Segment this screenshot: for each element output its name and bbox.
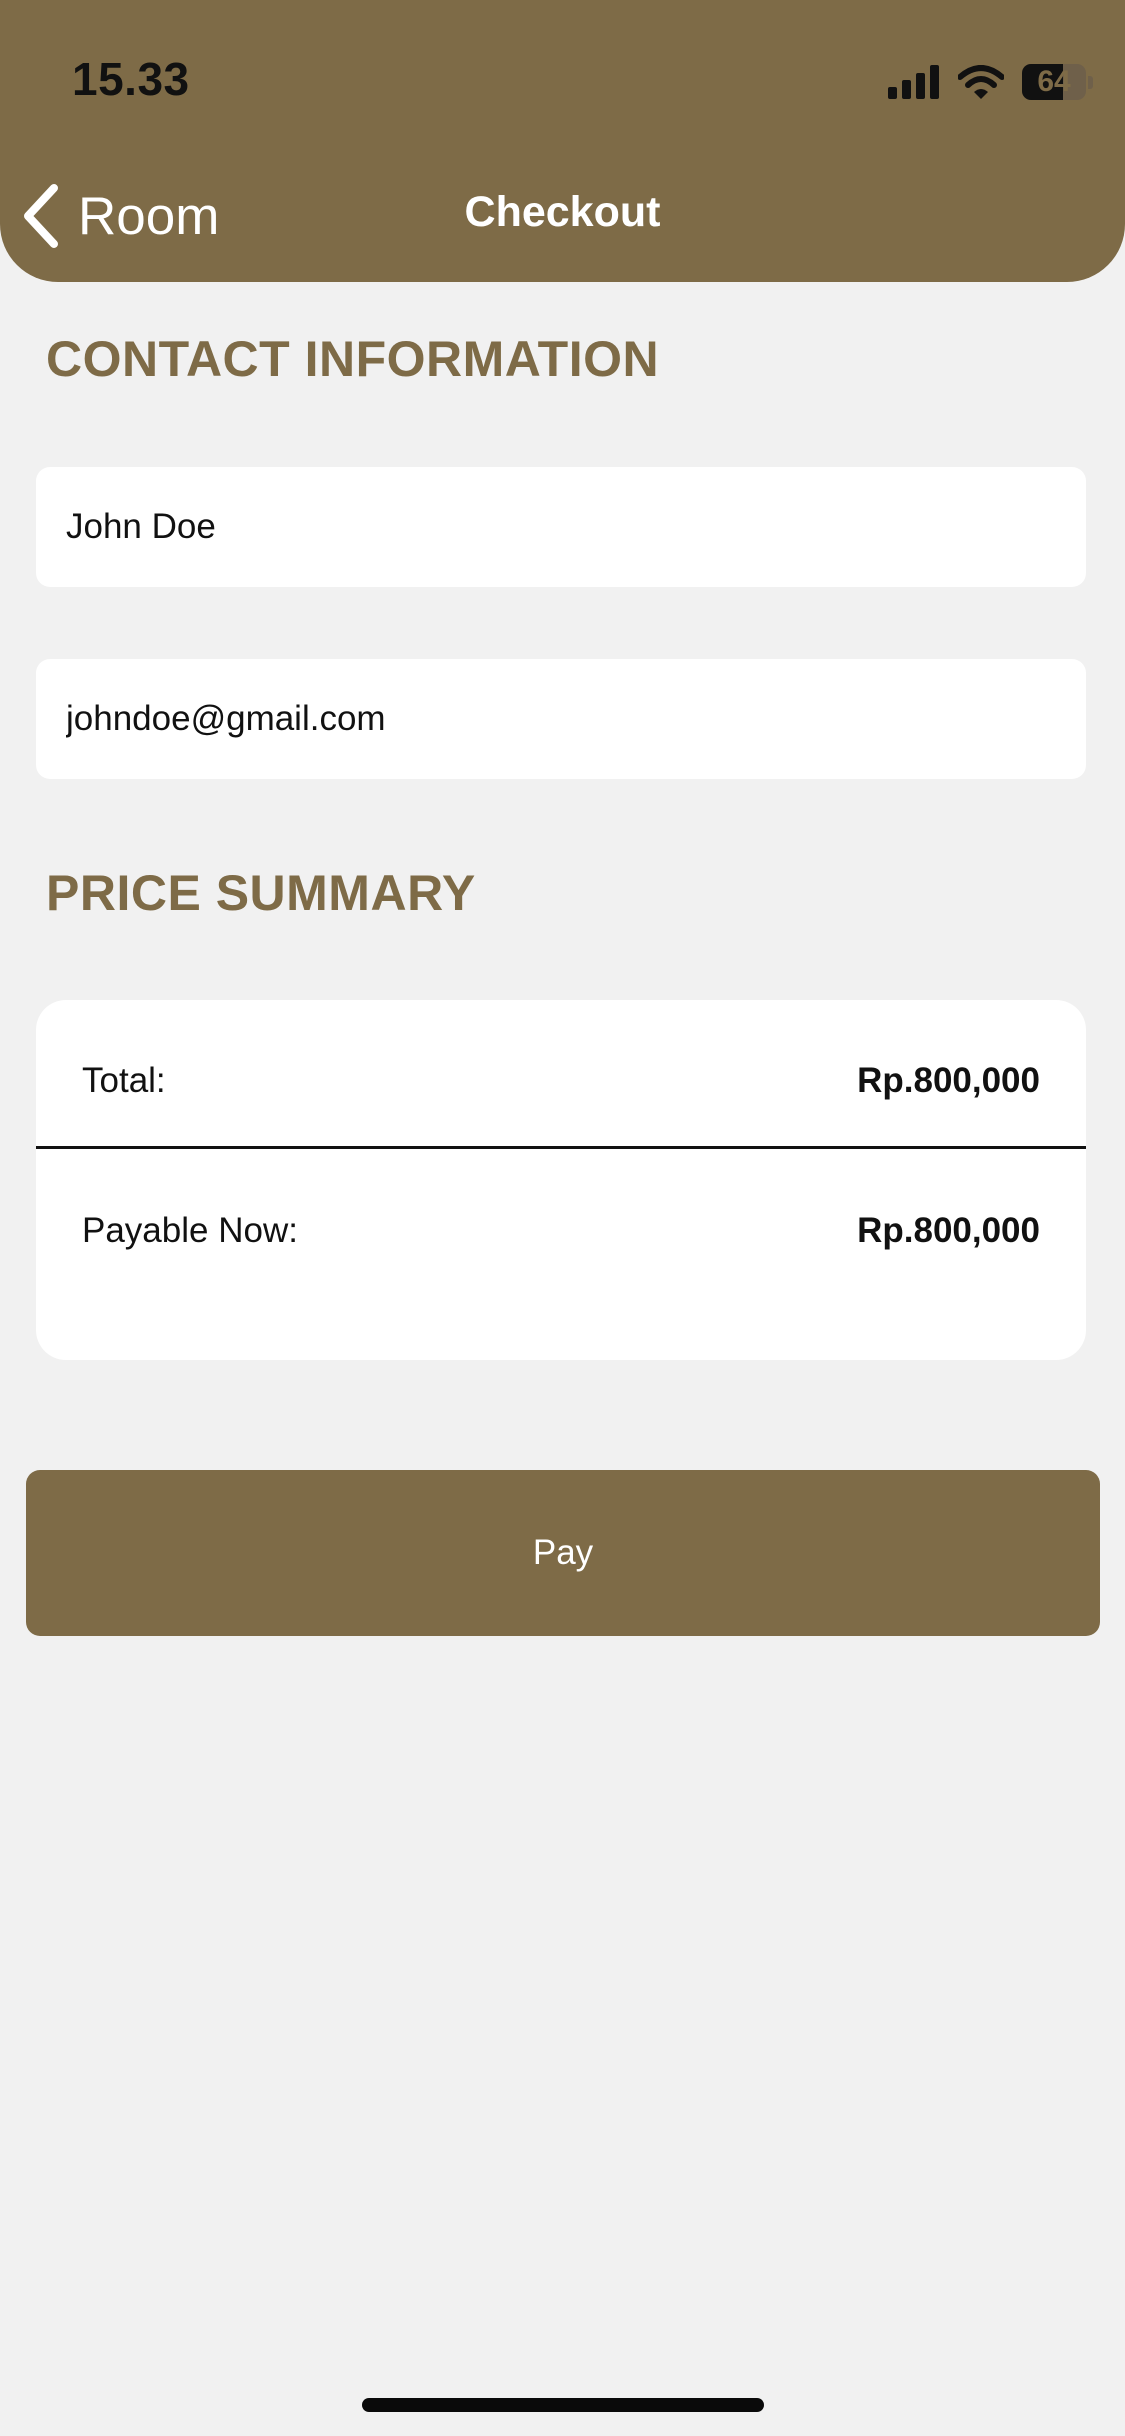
signal-icon [888,65,939,99]
name-field[interactable] [36,467,1086,587]
price-summary-heading: PRICE SUMMARY [46,865,476,921]
home-indicator [362,2398,764,2412]
total-value: Rp.800,000 [857,1061,1040,1100]
price-summary-card: Total: Rp.800,000 Payable Now: Rp.800,00… [36,1000,1086,1360]
nav-header: 15.33 64 Room Checkout [0,0,1125,282]
battery-level: 64 [1037,65,1071,98]
status-icons: 64 [888,60,1093,104]
status-time: 15.33 [72,53,190,105]
total-row: Total: Rp.800,000 [82,1045,1040,1117]
email-field[interactable] [36,659,1086,779]
contact-information-heading: CONTACT INFORMATION [46,331,660,387]
payable-now-row: Payable Now: Rp.800,000 [82,1195,1040,1267]
payable-now-label: Payable Now: [82,1211,298,1250]
total-label: Total: [82,1061,166,1100]
wifi-icon [958,65,1004,99]
payable-now-value: Rp.800,000 [857,1211,1040,1250]
price-divider [36,1146,1086,1149]
pay-button[interactable]: Pay [26,1470,1100,1636]
battery-icon: 64 [1022,64,1086,100]
battery-nub [1088,75,1093,89]
page-title: Checkout [464,188,661,236]
